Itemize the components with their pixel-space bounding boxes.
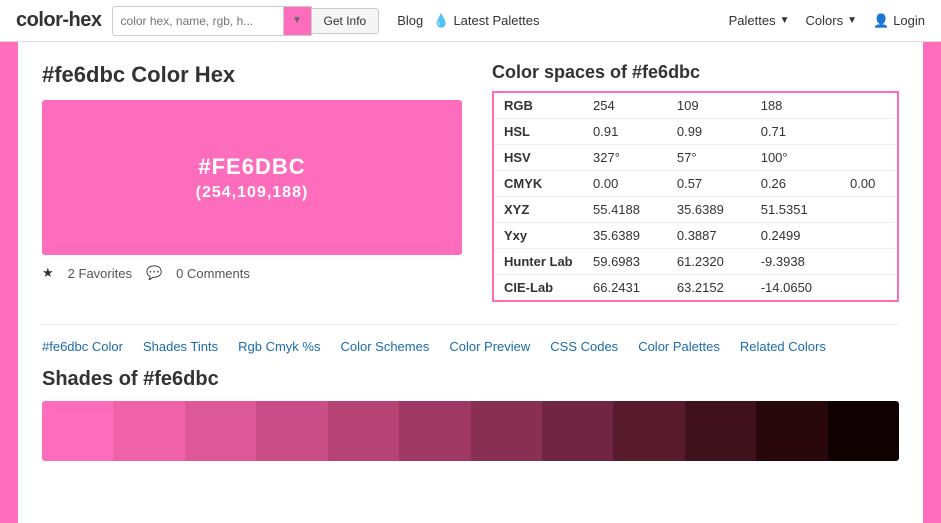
color-rgb-display: (254,109,188): [196, 184, 309, 202]
search-input[interactable]: [113, 9, 283, 33]
header: color-hex ▼ Get Info Blog 💧 Latest Palet…: [0, 0, 941, 42]
table-row: CMYK0.000.570.260.00: [493, 171, 898, 197]
table-row: HSL0.910.990.71: [493, 119, 898, 145]
main-content: #fe6dbc Color Hex #FE6DBC (254,109,188) …: [18, 42, 923, 523]
tab-fe6dbc-color[interactable]: #fe6dbc Color: [42, 339, 123, 354]
table-row: Yxy35.63890.38870.2499: [493, 223, 898, 249]
color-spaces-title: Color spaces of #fe6dbc: [492, 62, 899, 83]
tab-related-colors[interactable]: Related Colors: [740, 339, 826, 354]
tab-css-codes[interactable]: CSS Codes: [550, 339, 618, 354]
right-accent-strip: [923, 42, 941, 523]
favorites-bar: ★ 2 Favorites 💬 0 Comments: [42, 265, 462, 281]
shade-block[interactable]: [613, 401, 684, 461]
shade-block[interactable]: [471, 401, 542, 461]
page-title: #fe6dbc Color Hex: [42, 62, 462, 88]
tab-color-preview[interactable]: Color Preview: [449, 339, 530, 354]
comments-icon: 💬: [146, 265, 162, 281]
shade-block[interactable]: [685, 401, 756, 461]
table-row: Hunter Lab59.698361.2320-9.3938: [493, 249, 898, 275]
shade-block[interactable]: [185, 401, 256, 461]
shades-section: Shades of #fe6dbc: [42, 368, 899, 461]
shade-block[interactable]: [828, 401, 899, 461]
palettes-chevron-icon: ▼: [780, 15, 790, 26]
shade-block[interactable]: [542, 401, 613, 461]
get-info-button[interactable]: Get Info: [312, 8, 380, 34]
search-form: ▼ Get Info: [112, 6, 380, 36]
right-panel: Color spaces of #fe6dbc RGB254109188HSL0…: [492, 62, 899, 302]
shades-bar: [42, 401, 899, 461]
tabs-nav: #fe6dbc Color Shades Tints Rgb Cmyk %s Colo…: [42, 339, 899, 354]
shade-block[interactable]: [42, 401, 113, 461]
chevron-down-icon: ▼: [292, 15, 302, 26]
login-button[interactable]: 👤 Login: [873, 13, 925, 29]
color-spaces-tbody: RGB254109188HSL0.910.990.71HSV327°57°100…: [493, 92, 898, 301]
left-panel: #fe6dbc Color Hex #FE6DBC (254,109,188) …: [42, 62, 462, 281]
star-icon: ★: [42, 265, 54, 281]
shade-block[interactable]: [328, 401, 399, 461]
shade-block[interactable]: [756, 401, 827, 461]
favorites-count[interactable]: 2 Favorites: [68, 266, 132, 281]
color-swatch-preview[interactable]: ▼: [283, 7, 311, 35]
shade-block[interactable]: [113, 401, 184, 461]
logo[interactable]: color-hex: [16, 9, 102, 32]
user-icon: 👤: [873, 13, 889, 29]
tab-shades-tints[interactable]: Shades Tints: [143, 339, 218, 354]
latest-palettes-link[interactable]: 💧 Latest Palettes: [433, 13, 539, 29]
colors-chevron-icon: ▼: [847, 15, 857, 26]
tabs-section: #fe6dbc Color Shades Tints Rgb Cmyk %s Colo…: [42, 324, 899, 354]
palettes-dropdown[interactable]: Palettes ▼: [729, 13, 790, 28]
shade-block[interactable]: [256, 401, 327, 461]
table-row: HSV327°57°100°: [493, 145, 898, 171]
table-row: XYZ55.418835.638951.5351: [493, 197, 898, 223]
tab-rgb-cmyk[interactable]: Rgb Cmyk %s: [238, 339, 320, 354]
tab-color-palettes[interactable]: Color Palettes: [638, 339, 720, 354]
table-row: RGB254109188: [493, 92, 898, 119]
color-hex-display: #FE6DBC: [198, 154, 305, 180]
color-spaces-table: RGB254109188HSL0.910.990.71HSV327°57°100…: [492, 91, 899, 302]
table-row: CIE-Lab66.243163.2152-14.0650: [493, 275, 898, 302]
nav-right: Palettes ▼ Colors ▼ 👤 Login: [729, 13, 925, 29]
shades-title: Shades of #fe6dbc: [42, 368, 899, 391]
blog-link[interactable]: Blog: [397, 13, 423, 28]
top-section: #fe6dbc Color Hex #FE6DBC (254,109,188) …: [42, 62, 899, 302]
colors-dropdown[interactable]: Colors ▼: [806, 13, 857, 28]
tab-color-schemes[interactable]: Color Schemes: [340, 339, 429, 354]
comments-count[interactable]: 0 Comments: [176, 266, 250, 281]
color-display-box: #FE6DBC (254,109,188): [42, 100, 462, 255]
left-accent-strip: [0, 42, 18, 523]
shade-block[interactable]: [399, 401, 470, 461]
search-input-wrapper: ▼: [112, 6, 312, 36]
droplet-icon: 💧: [433, 13, 449, 29]
